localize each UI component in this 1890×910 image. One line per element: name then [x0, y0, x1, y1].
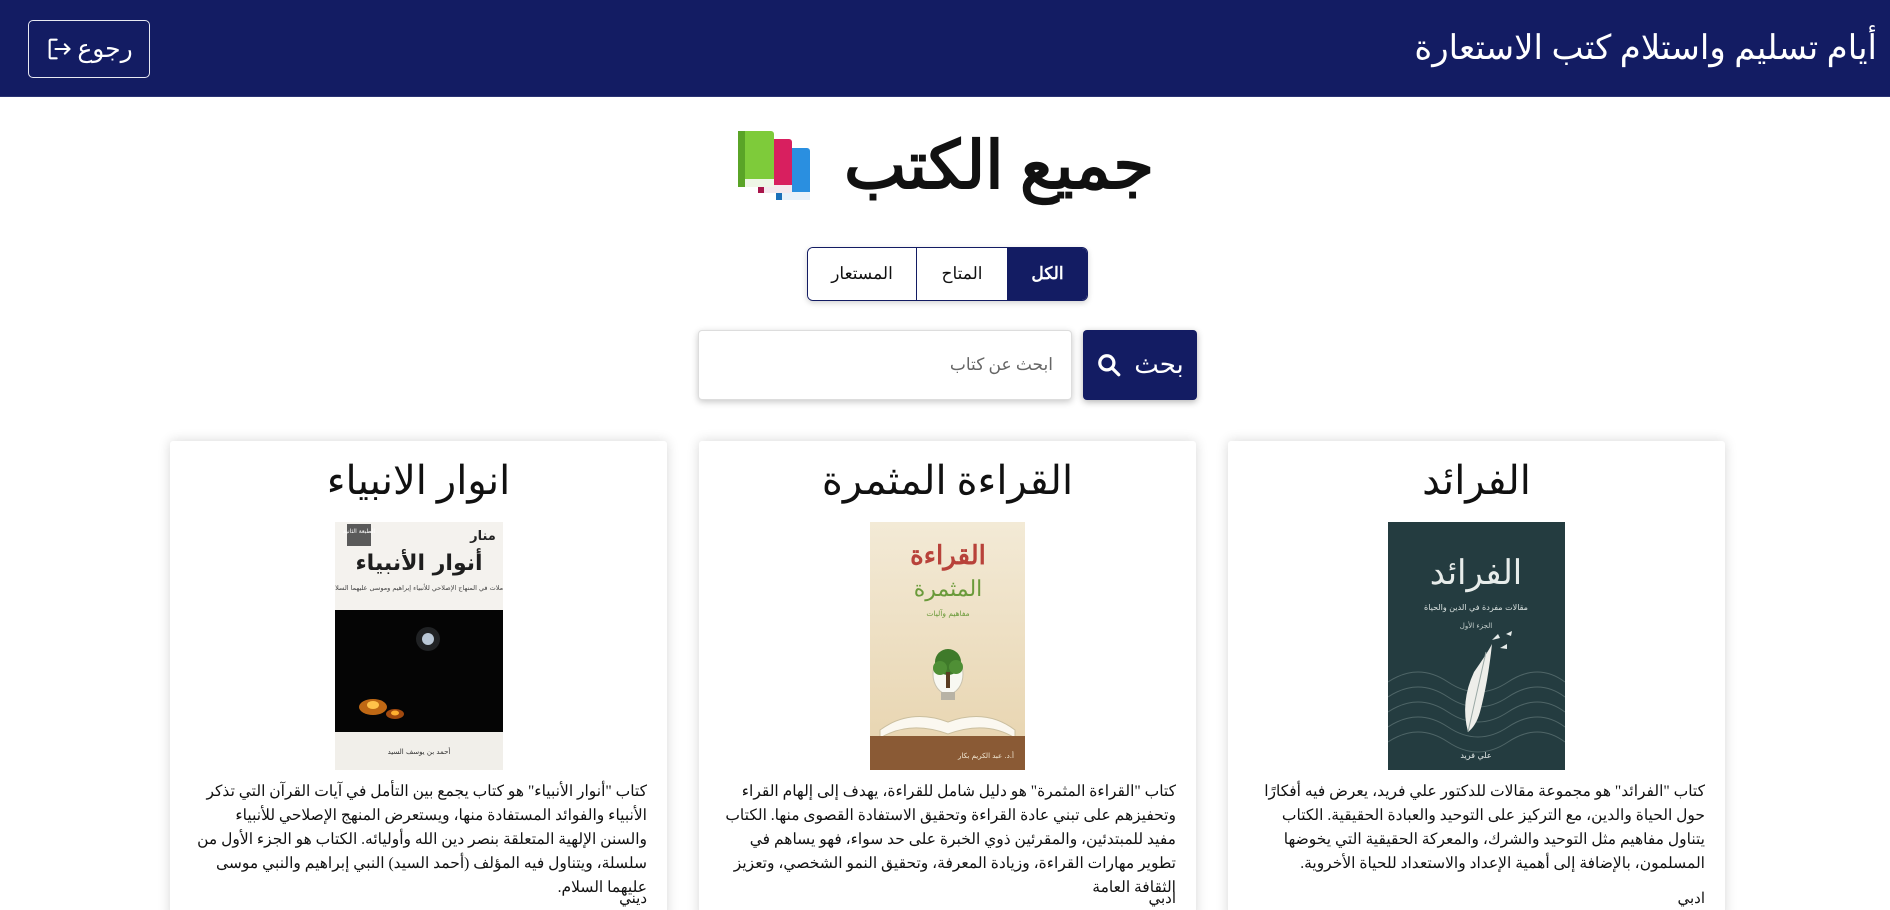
book-cover: القراءة المثمرة مفاهيم وآليات أ.د. عبد ا… — [870, 522, 1025, 770]
tab-all[interactable]: الكل — [1007, 248, 1087, 300]
page-title-row: جميع الكتب — [0, 130, 1890, 204]
search-input[interactable] — [698, 330, 1072, 400]
cover-heading-line1: القراءة — [910, 541, 986, 571]
book-cover: الطبعة الثانية منار أنوار الأنبياء تأملا… — [335, 522, 503, 770]
book-description: كتاب "أنوار الأنبياء" هو كتاب يجمع بين ا… — [197, 783, 647, 896]
cover-heading: أنوار الأنبياء — [355, 547, 482, 576]
book-description: كتاب "القراءة المثمرة" هو دليل شامل للقر… — [725, 783, 1176, 896]
book-cover-art: الطبعة الثانية منار أنوار الأنبياء تأملا… — [335, 522, 503, 770]
book-title: القراءة المثمرة — [821, 458, 1074, 503]
back-button-label: رجوع — [77, 36, 133, 63]
top-bar: رجوع أيام تسليم واستلام كتب الاستعارة — [0, 0, 1890, 97]
back-button[interactable]: رجوع — [28, 20, 150, 78]
book-cover-art: القراءة المثمرة مفاهيم وآليات أ.د. عبد ا… — [870, 522, 1025, 770]
logout-icon — [48, 38, 71, 60]
book-card[interactable]: القراءة المثمرة القراءة المثمرة مفاهيم و… — [699, 441, 1196, 910]
book-card[interactable]: انوار الانبياء الطبعة الثانية منار أنوار… — [170, 441, 667, 910]
cover-subtitle: تأملات في المنهاج الإصلاحي للأنبياء إبرا… — [335, 583, 503, 592]
search-icon — [1098, 354, 1121, 377]
cover-author: أحمد بن يوسف السيد — [388, 747, 451, 756]
book-cover: الفرائد مقالات مفردة في الدين والحياة ال… — [1388, 522, 1565, 770]
cover-subtitle: مفاهيم وآليات — [926, 608, 969, 618]
book-category: ادبي — [1677, 891, 1705, 907]
book-cover-art: الفرائد مقالات مفردة في الدين والحياة ال… — [1388, 522, 1565, 770]
search-button-label: بحث — [1134, 350, 1184, 379]
cover-author: علي فريد — [1460, 751, 1491, 760]
book-card[interactable]: الفرائد الفرائد مقالات مفردة في الدين وا… — [1228, 441, 1725, 910]
cover-author: أ.د. عبد الكريم بكار — [957, 751, 1014, 760]
book-title: انوار الانبياء — [326, 458, 511, 503]
book-description: كتاب "الفرائد" هو مجموعة مقالات للدكتور … — [1264, 783, 1705, 872]
cover-subtitle: مقالات مفردة في الدين والحياة — [1424, 603, 1528, 612]
tab-borrowed[interactable]: المستعار — [808, 248, 916, 300]
page-title: جميع الكتب — [843, 130, 1155, 203]
book-category: ديني — [619, 891, 647, 907]
cover-part-label: الجزء الأول — [1460, 621, 1492, 630]
book-title: الفرائد — [1422, 458, 1531, 503]
cover-heading: الفرائد — [1430, 553, 1523, 593]
cover-heading-line2: المثمرة — [914, 577, 983, 602]
app-title: أيام تسليم واستلام كتب الاستعارة — [1414, 30, 1877, 67]
cover-edition-badge: الطبعة الثانية — [343, 528, 375, 535]
tab-available[interactable]: المتاح — [916, 248, 1007, 300]
search-button[interactable]: بحث — [1083, 330, 1197, 400]
filter-tabs: المستعار المتاح الكل — [807, 247, 1088, 301]
cover-publisher-mark: منار — [469, 529, 496, 544]
books-stack-icon — [737, 131, 810, 200]
book-category: ادبي — [1148, 891, 1176, 907]
